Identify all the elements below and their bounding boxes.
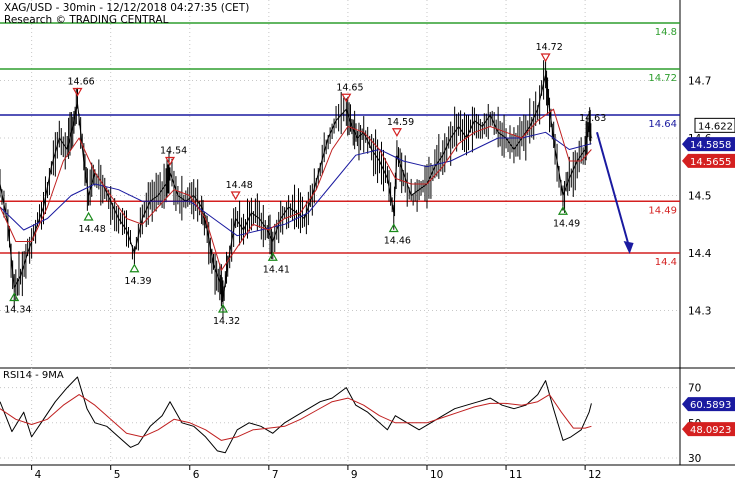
ma-value-tag-label: 14.5655	[690, 157, 731, 168]
time-tick-label: 6	[193, 469, 200, 480]
swing-low-label: 14.49	[553, 218, 580, 229]
ma-value-tag-label: 14.5858	[690, 140, 731, 151]
swing-low-label: 14.46	[384, 236, 411, 247]
rsi-value-tag-label: 48.0923	[690, 425, 731, 436]
price-tick-label: 14.4	[688, 248, 712, 260]
level-label: 14.8	[655, 27, 677, 38]
time-tick-label: 5	[114, 469, 121, 480]
time-tick-label: 7	[272, 469, 279, 480]
swing-high-label: 14.59	[387, 117, 414, 128]
time-tick-label: 12	[588, 469, 601, 480]
swing-high-label: 14.66	[67, 77, 94, 88]
swing-low-label: 14.32	[213, 316, 240, 327]
trading-chart: 14.314.414.514.614.73050704567910111214.…	[0, 0, 735, 480]
swing-low-label: 14.41	[263, 264, 290, 275]
price-tick-label: 14.7	[688, 76, 711, 88]
chart-title: XAG/USD - 30min - 12/12/2018 04:27:35 (C…	[4, 2, 250, 14]
chart-source: Research © TRADING CENTRAL	[4, 14, 169, 26]
swing-high-label: 14.48	[226, 180, 253, 191]
price-tick-label: 14.5	[688, 191, 711, 203]
time-tick-label: 4	[35, 469, 42, 480]
swing-high-label: 14.65	[336, 82, 363, 93]
rsi-value-tag-label: 60.5893	[690, 400, 731, 411]
level-label: 14.64	[648, 119, 677, 130]
level-label: 14.49	[648, 205, 677, 216]
rsi-tick-label: 30	[688, 453, 701, 465]
level-label: 14.4	[655, 257, 677, 268]
price-tick-label: 14.3	[688, 306, 711, 318]
swing-high-label: 14.54	[160, 146, 187, 157]
time-tick-label: 11	[509, 469, 522, 480]
swing-low-label: 14.34	[4, 305, 31, 316]
rsi-tick-label: 70	[688, 383, 701, 395]
swing-low-label: 14.39	[124, 276, 151, 287]
level-label: 14.72	[648, 73, 677, 84]
rsi-title: RSI14 - 9MA	[3, 370, 64, 381]
time-tick-label: 9	[351, 469, 358, 480]
swing-high-label: 14.72	[536, 42, 563, 53]
last-price-label: 14.622	[698, 121, 733, 132]
time-tick-label: 10	[430, 469, 443, 480]
price-annotation: 14.63	[579, 113, 606, 124]
swing-low-label: 14.48	[79, 224, 106, 235]
